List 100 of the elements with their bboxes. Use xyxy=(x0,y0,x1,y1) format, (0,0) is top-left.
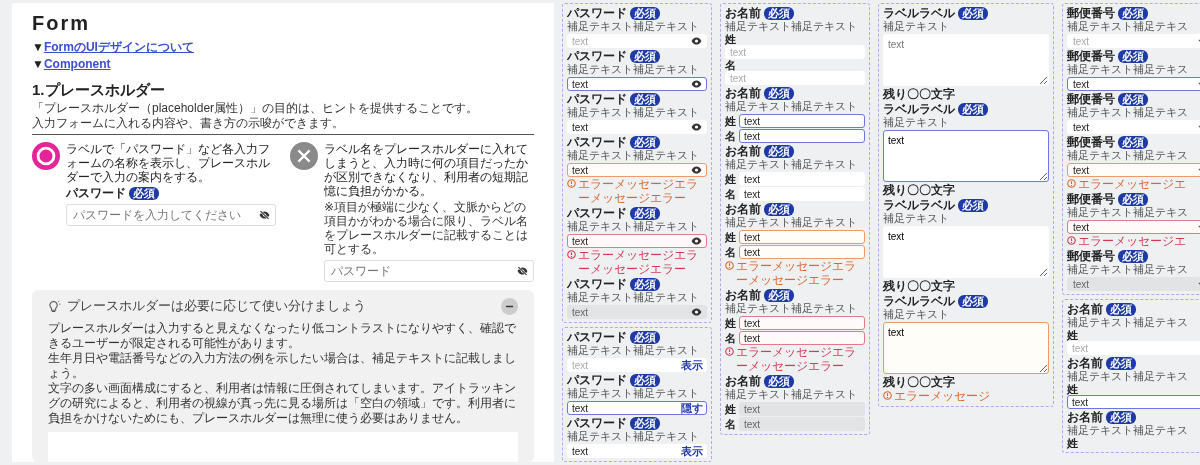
field-label: お名前 xyxy=(725,374,761,388)
helper-text: 補足テキスト補足テキスト xyxy=(567,149,700,162)
alert-icon xyxy=(883,391,892,400)
field-label: パスワード xyxy=(567,6,627,20)
cross-mark-icon xyxy=(290,142,318,170)
anchor-link[interactable]: Component xyxy=(43,56,111,73)
helper-text: 補足テキスト xyxy=(883,116,950,129)
text-field[interactable]: text xyxy=(739,230,865,244)
field-label: パスワード xyxy=(567,330,627,344)
eye-icon[interactable] xyxy=(691,165,702,175)
field-label: 姓 xyxy=(725,33,737,45)
alert-icon xyxy=(725,261,734,270)
alert-icon xyxy=(567,250,576,259)
text-field[interactable]: text xyxy=(739,331,865,345)
field-label: お名前 xyxy=(725,86,761,100)
password-field[interactable]: text xyxy=(567,163,707,177)
helper-text: 補足テキスト補足テキスト xyxy=(567,63,700,76)
field-label: お名前 xyxy=(1067,356,1103,370)
eye-icon[interactable] xyxy=(691,122,702,132)
anchor-link[interactable]: FormのUIデザインについて xyxy=(43,39,194,56)
required-badge: 必須 xyxy=(958,198,988,212)
eye-icon[interactable] xyxy=(691,36,702,46)
required-badge: 必須 xyxy=(630,330,660,344)
show-hide-toggle[interactable]: 表示 xyxy=(681,359,703,372)
eye-icon[interactable] xyxy=(691,307,702,317)
select-field[interactable]: text xyxy=(1067,220,1200,234)
field-label: ラベルラベル xyxy=(883,198,955,212)
field-label: 郵便番号 xyxy=(1067,135,1115,149)
text-field[interactable]: text xyxy=(739,187,865,201)
password-field[interactable]: text xyxy=(567,120,707,134)
text-field[interactable]: text xyxy=(739,316,865,330)
required-badge: 必須 xyxy=(958,102,988,116)
password-field[interactable]: text xyxy=(567,77,707,91)
text-field[interactable]: text xyxy=(739,114,865,128)
alert-icon xyxy=(1067,179,1076,188)
show-hide-toggle[interactable]: 表示 xyxy=(681,445,703,458)
character-counter: 残り〇〇文字 xyxy=(883,375,956,389)
text-field[interactable]: text xyxy=(739,172,865,186)
alert-icon xyxy=(1067,236,1076,245)
field-label: パスワード xyxy=(567,49,627,63)
text-field[interactable]: text xyxy=(725,71,865,85)
required-badge: 必須 xyxy=(1118,135,1148,149)
field-label: 名 xyxy=(725,59,737,71)
select-field[interactable]: text xyxy=(1067,120,1200,134)
example-text: ラベル名をプレースホルダーに入れてしまうと、入力時に何の項目だったかが区別できなくなり、利用者の短期記憶に負担がかかる。 xyxy=(324,142,529,198)
select-field[interactable]: text xyxy=(1067,77,1200,91)
required-badge: 必須 xyxy=(630,206,660,220)
field-label: 郵便番号 xyxy=(1067,6,1115,20)
error-message: エラーメッセージエ xyxy=(1078,234,1186,248)
collapse-button[interactable] xyxy=(501,297,518,315)
eye-slash-icon[interactable] xyxy=(259,210,270,220)
text-area[interactable]: text xyxy=(883,322,1049,374)
field-label: お名前 xyxy=(725,144,761,158)
field-label: 姓 xyxy=(725,403,736,415)
helper-text: 補足テキスト補足テキスト xyxy=(567,20,700,33)
note-text: ※項目が極端に少なく、文脈からどの項目かがわかる場合に限り、ラベル名をプレースホルダーに記載することは可とする。 xyxy=(324,200,529,256)
eye-icon[interactable] xyxy=(691,79,702,89)
password-field[interactable]: パスワードを入力してください xyxy=(66,204,276,226)
body-text: 文字の多い画面構成にすると、利用者は情報に圧倒されてしまいます。アイトラッキングの研究によると、利用者の視線が真っ先に見る場所は「空白の領域」です。利用者に負担をかけないためにも、プレースホルダーは無理に使う必要はありません。 xyxy=(48,381,517,426)
helper-text: 補足テキスト xyxy=(883,20,950,33)
field-label: 姓 xyxy=(725,173,736,185)
field-label: 姓 xyxy=(1067,383,1079,395)
field-label: 名 xyxy=(725,246,736,258)
field-label: 名 xyxy=(725,188,736,200)
text-area[interactable]: text xyxy=(883,130,1049,182)
character-counter: 残り〇〇文字 xyxy=(883,183,956,197)
text-field[interactable]: text xyxy=(725,45,865,59)
show-hide-toggle[interactable]: 隠す xyxy=(681,402,703,415)
field-label: 郵便番号 xyxy=(1067,249,1115,263)
field-label: 姓 xyxy=(725,317,736,329)
helper-text: 補足テキスト補足テキスト xyxy=(725,20,858,33)
error-message: エラーメッセージエラーメッセージエラー xyxy=(578,177,699,205)
required-badge: 必須 xyxy=(764,6,794,20)
helper-text: 補足テキスト補足テキスト xyxy=(567,387,700,400)
helper-text: 補足テキスト補足テキス xyxy=(1067,63,1189,76)
required-badge: 必須 xyxy=(630,92,660,106)
required-badge: 必須 xyxy=(630,373,660,387)
error-message: エラーメッセージエ xyxy=(1078,177,1186,191)
field-label: 姓 xyxy=(1067,329,1079,341)
text-field[interactable]: text xyxy=(1067,395,1200,409)
body-text: 「プレースホルダー（placeholder属性）」の目的は、ヒントを提供することです。 xyxy=(32,101,480,116)
password-field[interactable]: text xyxy=(567,234,707,248)
text-field[interactable]: text xyxy=(739,129,865,143)
password-field[interactable]: パスワード xyxy=(324,260,534,282)
required-badge: 必須 xyxy=(1118,6,1148,20)
helper-text: 補足テキスト補足テキス xyxy=(1067,20,1189,33)
required-badge: 必須 xyxy=(1118,49,1148,63)
required-badge: 必須 xyxy=(958,294,988,308)
text-area[interactable]: text xyxy=(883,34,1049,86)
eye-icon[interactable] xyxy=(691,236,702,246)
field-label: パスワード xyxy=(567,277,627,291)
select-field[interactable]: text xyxy=(1067,163,1200,177)
body-text: 入力フォームに入れる内容や、書き方の示唆ができます。 xyxy=(32,116,345,131)
text-field[interactable]: text xyxy=(1067,341,1200,355)
required-badge: 必須 xyxy=(764,374,794,388)
helper-text: 補足テキスト補足テキス xyxy=(1067,206,1189,219)
text-field[interactable]: text xyxy=(739,245,865,259)
text-area[interactable]: text xyxy=(883,226,1049,278)
alert-icon xyxy=(567,179,576,188)
eye-slash-icon[interactable] xyxy=(517,266,528,276)
